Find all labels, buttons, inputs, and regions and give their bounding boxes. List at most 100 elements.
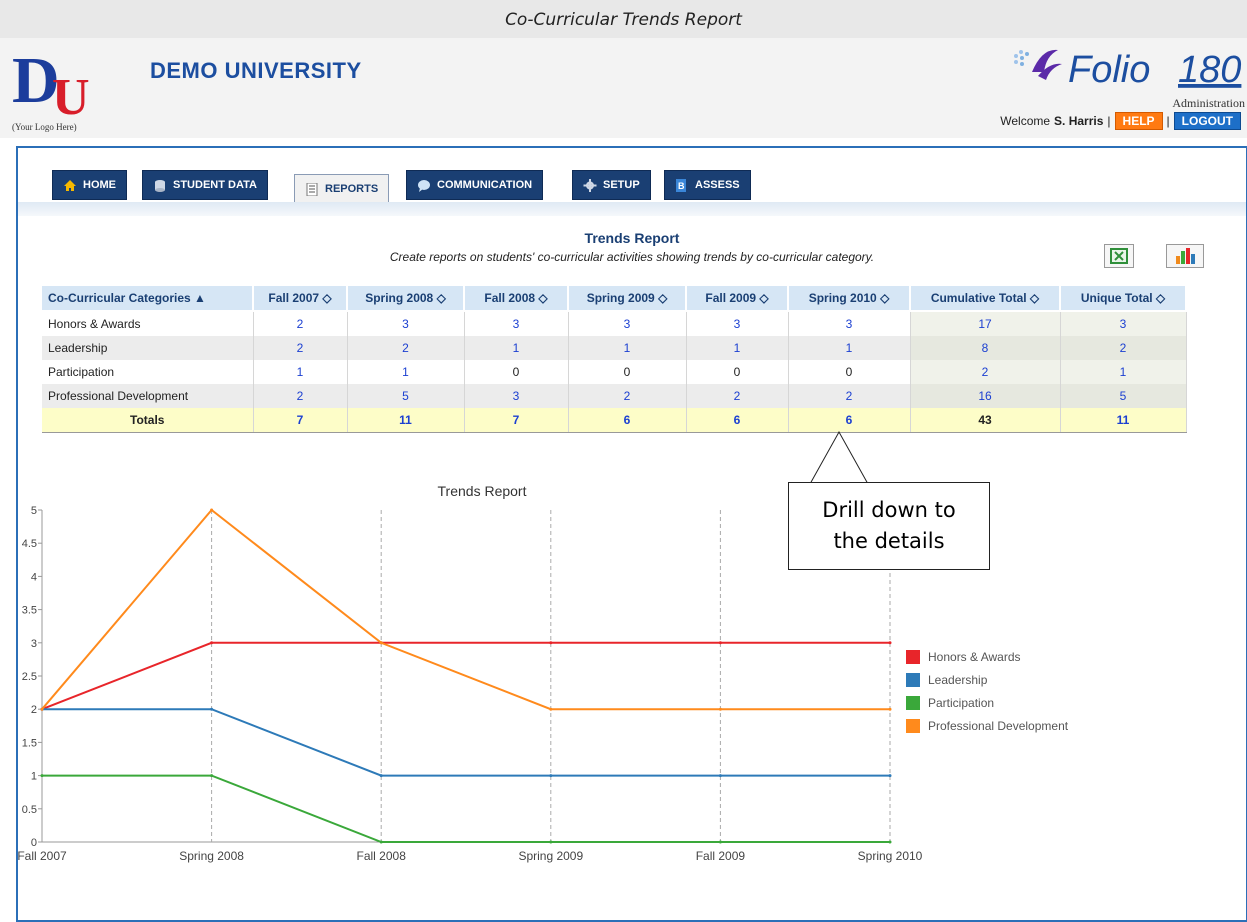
header-cumulative-total[interactable]: Cumulative Total ◇ — [910, 286, 1061, 312]
value-link[interactable]: 1 — [568, 336, 687, 360]
tab-setup[interactable]: SETUP — [572, 170, 651, 200]
legend-swatch — [906, 696, 920, 710]
legend-label: Honors & Awards — [928, 650, 1021, 664]
trends-line-chart: Trends Report 0 0.5 1 1.5 2 2.5 3 3.5 4 4.5 5 Fall 2… — [18, 483, 1069, 863]
report-icon — [306, 182, 318, 196]
value-link[interactable]: 2 — [568, 384, 687, 408]
value-link[interactable]: 3 — [464, 384, 569, 408]
unique-link[interactable]: 3 — [1060, 311, 1187, 336]
value-link[interactable]: 2 — [253, 384, 348, 408]
tab-assess[interactable]: B ASSESS — [664, 170, 751, 200]
cumulative-link[interactable]: 8 — [910, 336, 1061, 360]
user-name: S. Harris — [1054, 114, 1104, 128]
welcome-bar: Welcome S. Harris | HELP | LOGOUT — [1000, 112, 1241, 130]
y-tick-label: 2 — [31, 704, 37, 716]
x-tick-label: Spring 2010 — [858, 849, 923, 863]
tab-label: HOME — [83, 179, 116, 191]
data-point — [379, 641, 383, 645]
header-unique-total[interactable]: Unique Total ◇ — [1060, 286, 1187, 312]
university-name: DEMO UNIVERSITY — [150, 58, 362, 83]
value-link[interactable]: 2 — [253, 336, 348, 360]
header-spring-2009[interactable]: Spring 2009 ◇ — [568, 286, 687, 312]
unique-link[interactable]: 2 — [1060, 336, 1187, 360]
value-link[interactable]: 1 — [686, 336, 789, 360]
value-link[interactable]: 2 — [686, 384, 789, 408]
total-link[interactable]: 7 — [253, 408, 348, 433]
data-point — [888, 707, 892, 711]
welcome-text: Welcome — [1000, 114, 1051, 128]
tab-label: STUDENT DATA — [173, 179, 257, 191]
series-line-leadership — [42, 708, 890, 777]
x-tick-label: Fall 2008 — [357, 849, 407, 863]
y-tick-label: 1 — [31, 771, 37, 783]
total-link[interactable]: 6 — [568, 408, 687, 433]
tab-communication[interactable]: COMMUNICATION — [406, 170, 544, 200]
tab-home[interactable]: HOME — [52, 170, 127, 200]
value-link[interactable]: 1 — [788, 336, 911, 360]
logout-button[interactable]: LOGOUT — [1173, 112, 1241, 130]
total-link[interactable]: 11 — [347, 408, 465, 433]
total-link[interactable]: 6 — [686, 408, 789, 433]
value-link[interactable]: 1 — [347, 360, 465, 384]
excel-icon — [1110, 248, 1128, 264]
bar-chart-icon — [1176, 248, 1195, 264]
export-excel-button[interactable] — [1104, 244, 1134, 268]
unique-link[interactable]: 1 — [1060, 360, 1187, 384]
y-tick-label: 3.5 — [22, 605, 37, 617]
data-point — [210, 707, 214, 711]
y-tick-label: 5 — [31, 505, 37, 517]
tab-student-data[interactable]: STUDENT DATA — [142, 170, 268, 200]
svg-text:180: 180 — [1178, 49, 1241, 91]
value-link[interactable]: 3 — [686, 311, 789, 336]
svg-text:Folio: Folio — [1068, 49, 1150, 91]
value-link[interactable]: 2 — [253, 311, 348, 336]
unique-total-link[interactable]: 11 — [1060, 408, 1187, 433]
tab-label: SETUP — [603, 179, 640, 191]
data-point — [549, 774, 553, 778]
svg-text:U: U — [52, 69, 90, 116]
header-fall-2009[interactable]: Fall 2009 ◇ — [686, 286, 789, 312]
cumulative-link[interactable]: 2 — [910, 360, 1061, 384]
chart-view-button[interactable] — [1166, 244, 1204, 268]
svg-text:B: B — [678, 181, 685, 191]
x-tick-label: Fall 2009 — [696, 849, 746, 863]
y-tick-label: 1.5 — [22, 737, 37, 749]
table-row: Professional Development 2 5 3 2 2 2 16 … — [42, 384, 1187, 408]
total-link[interactable]: 7 — [464, 408, 569, 433]
value-link[interactable]: 3 — [464, 311, 569, 336]
value-link[interactable]: 2 — [788, 384, 911, 408]
value-link[interactable]: 2 — [347, 336, 465, 360]
header-fall-2007[interactable]: Fall 2007 ◇ — [253, 286, 348, 312]
nav-tabbar: HOME STUDENT DATA REPORTS COMMUNICATION … — [18, 148, 1246, 203]
value-link[interactable]: 1 — [253, 360, 348, 384]
header-spring-2008[interactable]: Spring 2008 ◇ — [347, 286, 465, 312]
cumulative-link[interactable]: 16 — [910, 384, 1061, 408]
data-point — [210, 508, 214, 512]
value-link[interactable]: 1 — [464, 336, 569, 360]
value-link[interactable]: 3 — [568, 311, 687, 336]
help-button[interactable]: HELP — [1114, 112, 1163, 130]
category-cell: Honors & Awards — [42, 311, 254, 336]
data-point — [549, 707, 553, 711]
cumulative-link[interactable]: 17 — [910, 311, 1061, 336]
unique-link[interactable]: 5 — [1060, 384, 1187, 408]
callout-line-1: Drill down to — [822, 498, 956, 522]
trends-table: Co-Curricular Categories ▲ Fall 2007 ◇ S… — [42, 286, 1187, 433]
value-link[interactable]: 3 — [788, 311, 911, 336]
total-link[interactable]: 6 — [788, 408, 911, 433]
x-tick-label: Fall 2007 — [18, 849, 67, 863]
data-point — [210, 641, 214, 645]
header-categories[interactable]: Co-Curricular Categories ▲ — [42, 286, 254, 312]
speech-bubble-icon — [418, 179, 430, 192]
tab-reports[interactable]: REPORTS — [294, 174, 390, 203]
value-link[interactable]: 5 — [347, 384, 465, 408]
header-fall-2008[interactable]: Fall 2008 ◇ — [464, 286, 569, 312]
value-link[interactable]: 3 — [347, 311, 465, 336]
header-spring-2010[interactable]: Spring 2010 ◇ — [788, 286, 911, 312]
tab-label: COMMUNICATION — [437, 179, 533, 191]
database-icon — [155, 179, 165, 192]
value-cell: 0 — [464, 360, 569, 384]
site-header: D U (Your Logo Here) DEMO UNIVERSITY Fol… — [0, 38, 1247, 138]
data-point — [888, 840, 892, 844]
chart-title: Trends Report — [438, 483, 527, 499]
